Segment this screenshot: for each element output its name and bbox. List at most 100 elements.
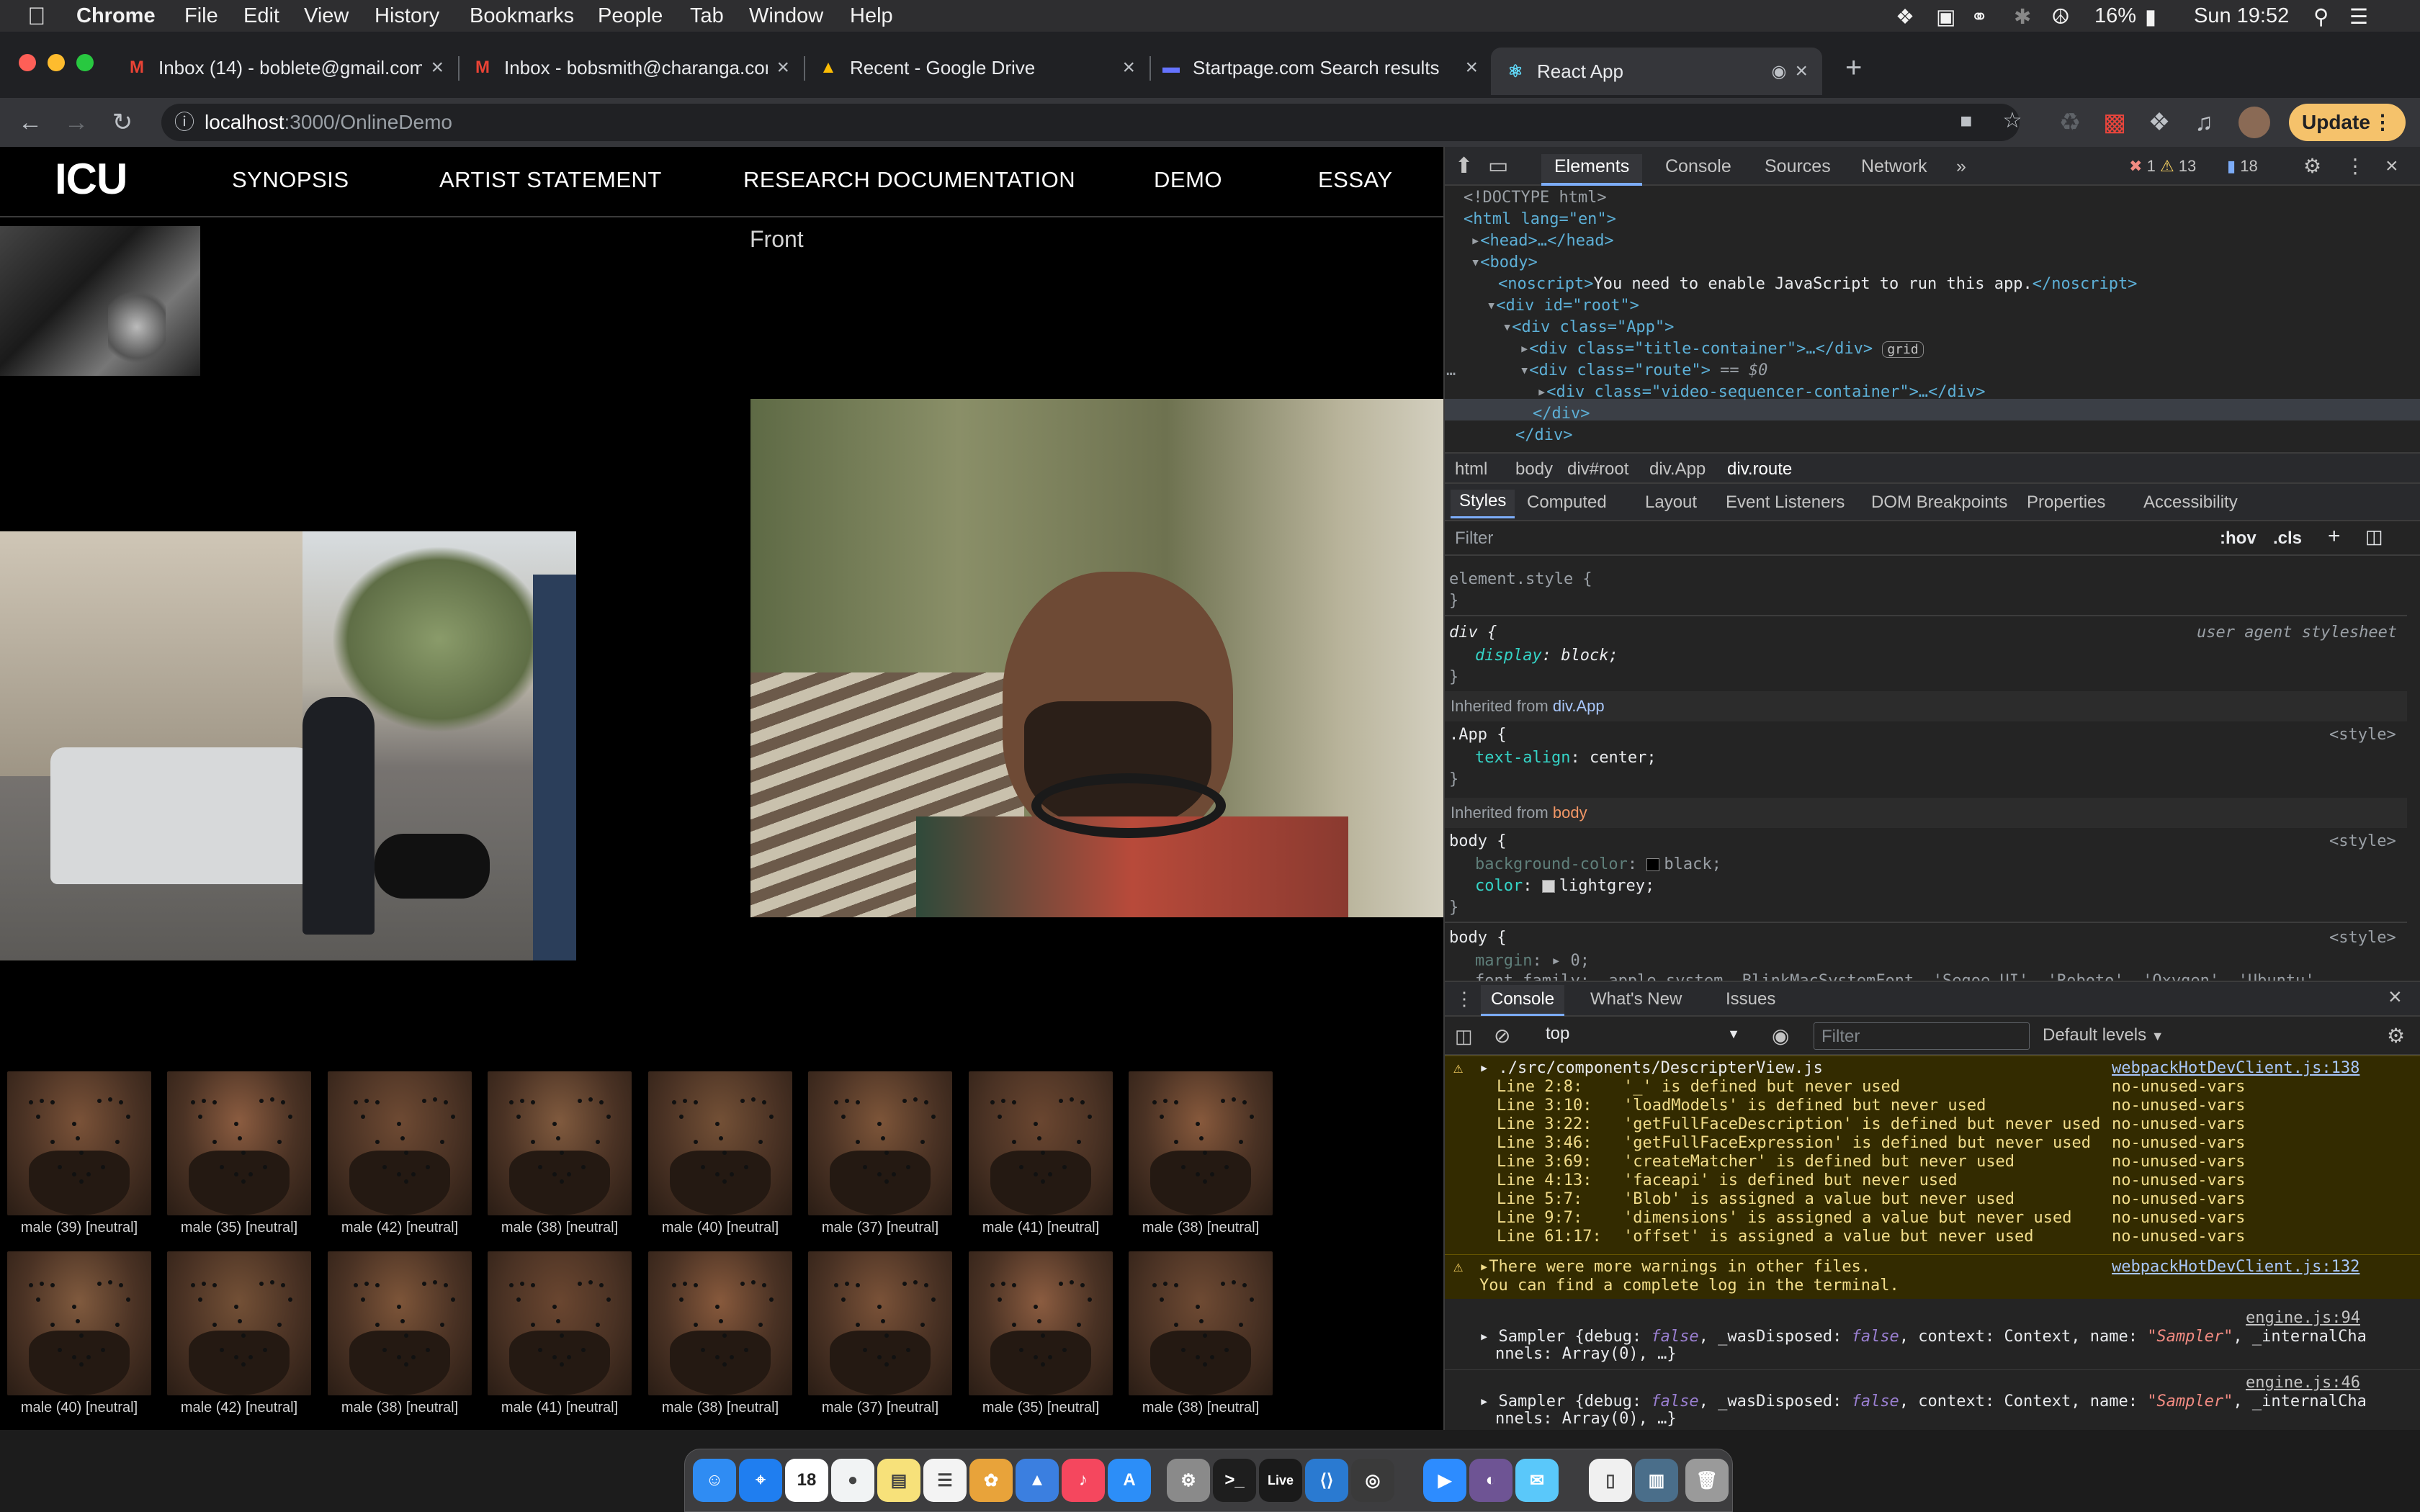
menu-history[interactable]: History	[375, 4, 439, 28]
settings-gear-icon[interactable]: ⚙	[2303, 154, 2321, 186]
text-align-declaration[interactable]: text-align: center;	[1475, 749, 1657, 767]
drawer-menu-icon[interactable]: ⋮	[1455, 988, 1474, 1010]
warning-message-more[interactable]: ⚠ ▸There were more warnings in other fil…	[1445, 1254, 2420, 1299]
back-arrow-icon[interactable]: ←	[14, 107, 46, 138]
system-preferences-icon[interactable]: ⚙	[1167, 1459, 1210, 1502]
subtab-event-listeners[interactable]: Event Listeners	[1726, 492, 1845, 513]
camera-in-use-icon[interactable]: ■	[1950, 105, 1982, 137]
keynote-icon[interactable]: ▲	[1016, 1459, 1059, 1502]
obs-icon[interactable]: ◎	[1351, 1459, 1394, 1502]
nav-synopsis[interactable]: SYNOPSIS	[232, 167, 349, 193]
nav-research-documentation[interactable]: RESEARCH DOCUMENTATION	[743, 167, 1075, 193]
tab-close-icon[interactable]: ×	[1465, 55, 1478, 80]
menu-app-name[interactable]: Chrome	[76, 4, 156, 28]
dom-div-root[interactable]: ▾<div id="root">	[1487, 295, 1639, 317]
message-count-badge[interactable]: ▮ 18	[2227, 154, 2258, 186]
breadcrumb-div-root[interactable]: div#root	[1567, 459, 1628, 480]
chrome-icon[interactable]: ●	[831, 1459, 874, 1502]
devtools-tab-console[interactable]: Console	[1665, 154, 1731, 186]
subtab-accessibility[interactable]: Accessibility	[2143, 492, 2238, 513]
drawer-close-icon[interactable]: ×	[2388, 984, 2402, 1010]
trash-icon[interactable]: 🗑	[1685, 1459, 1729, 1502]
console-settings-gear-icon[interactable]: ⚙	[2387, 1024, 2405, 1048]
window-minimize-button[interactable]	[48, 54, 65, 71]
messages-icon[interactable]: ✉	[1515, 1459, 1559, 1502]
background-color-declaration[interactable]: background-color: black;	[1475, 855, 1721, 873]
clear-console-icon[interactable]: ⊘	[1494, 1024, 1510, 1048]
collapse-arrow-icon[interactable]: ▾	[1502, 318, 1512, 336]
drawer-tab-issues[interactable]: Issues	[1726, 989, 1775, 1009]
forward-arrow-icon[interactable]: →	[60, 107, 92, 138]
downloads-icon[interactable]: ▥	[1635, 1459, 1678, 1502]
subtab-computed[interactable]: Computed	[1527, 492, 1607, 513]
dom-title-container[interactable]: ▸<div class="title-container">…</div> gr…	[1520, 338, 1924, 360]
expand-arrow-icon[interactable]: ▸	[1471, 232, 1480, 250]
dom-head[interactable]: ▸<head>…</head>	[1471, 230, 1614, 252]
margin-declaration[interactable]: margin: ▸ 0;	[1475, 952, 1590, 970]
terminal-icon[interactable]: >_	[1213, 1459, 1256, 1502]
menu-people[interactable]: People	[598, 4, 663, 28]
tab-react-app[interactable]: ⚛ React App ◉ ×	[1491, 48, 1822, 95]
notes-icon[interactable]: ▤	[877, 1459, 920, 1502]
extension-recycle-icon[interactable]: ♻	[2054, 107, 2086, 138]
window-close-button[interactable]	[19, 54, 36, 71]
subtab-dom-breakpoints[interactable]: DOM Breakpoints	[1871, 492, 2007, 513]
more-tabs-chevron-icon[interactable]: »	[1956, 154, 1966, 186]
element-style-selector[interactable]: element.style {	[1449, 570, 1592, 588]
nav-essay[interactable]: ESSAY	[1318, 167, 1393, 193]
app-store-icon[interactable]: A	[1108, 1459, 1151, 1502]
calendar-icon[interactable]: 18	[785, 1459, 828, 1502]
tab-google-drive[interactable]: ▲ Recent - Google Drive ×	[818, 46, 1135, 89]
dom-doctype[interactable]: <!DOCTYPE html>	[1464, 187, 1607, 209]
live-expression-eye-icon[interactable]: ◉	[1772, 1024, 1789, 1048]
breadcrumb-body[interactable]: body	[1515, 459, 1553, 480]
display-declaration[interactable]: display: block;	[1475, 647, 1618, 665]
log-levels-dropdown[interactable]: Default levels ▼	[2043, 1025, 2164, 1045]
menu-view[interactable]: View	[304, 4, 349, 28]
style-source-link[interactable]: <style>	[2329, 832, 2396, 850]
breadcrumb-div-app[interactable]: div.App	[1649, 459, 1706, 480]
drawer-tab-console[interactable]: Console	[1481, 985, 1565, 1016]
document-icon[interactable]: ▯	[1589, 1459, 1632, 1502]
warning-message-unused-vars[interactable]: ⚠ ▸ ./src/components/DescripterView.js w…	[1445, 1056, 2420, 1254]
styles-filter-input[interactable]: Filter	[1455, 528, 1493, 549]
div-selector[interactable]: div {	[1449, 624, 1497, 642]
drawer-tab-whats-new[interactable]: What's New	[1590, 989, 1682, 1009]
warning-more-source-link[interactable]: webpackHotDevClient.js:132	[2112, 1258, 2360, 1277]
body-selector-2[interactable]: body {	[1449, 929, 1506, 947]
reload-icon[interactable]: ↻	[107, 107, 138, 138]
dom-div-app[interactable]: ▾<div class="App">	[1502, 317, 1674, 338]
dom-body[interactable]: ▾<body>	[1471, 252, 1538, 274]
tab-close-icon[interactable]: ×	[1122, 55, 1135, 80]
nav-artist-statement[interactable]: ARTIST STATEMENT	[439, 167, 662, 193]
tab-close-icon[interactable]: ×	[776, 55, 789, 80]
devtools-close-icon[interactable]: ×	[2385, 154, 2398, 186]
extension-lastpass-icon[interactable]: ▩	[2099, 107, 2130, 138]
subtab-layout[interactable]: Layout	[1645, 492, 1697, 513]
log-source-link[interactable]: engine.js:46	[2246, 1374, 2360, 1392]
new-style-rule-icon[interactable]: +	[2328, 524, 2341, 549]
address-bar[interactable]: ⓘ localhost:3000/OnlineDemo	[161, 104, 2020, 141]
error-count-badge[interactable]: ✖ 1 ⚠ 13	[2129, 154, 2196, 186]
menu-window[interactable]: Window	[749, 4, 823, 28]
toggle-sidebar-icon[interactable]: ◫	[2365, 526, 2383, 548]
dom-close-route[interactable]: </div>	[1533, 403, 1590, 425]
collapse-arrow-icon[interactable]: ▾	[1471, 253, 1480, 271]
tab-close-icon[interactable]: ×	[431, 55, 444, 80]
clock[interactable]: Sun 19:52	[2194, 4, 2289, 28]
font-family-declaration[interactable]: font-family: -apple-system, BlinkMacSyst…	[1475, 972, 2324, 981]
menu-help[interactable]: Help	[850, 4, 893, 28]
dom-video-sequencer[interactable]: ▸<div class="video-sequencer-container">…	[1537, 382, 1986, 403]
dom-route-selected[interactable]: ▾<div class="route"> == $0	[1520, 360, 1767, 382]
console-filter-input[interactable]: Filter	[1814, 1022, 2030, 1050]
style-source-link[interactable]: <style>	[2329, 726, 2396, 744]
screen-record-icon[interactable]: ▣	[1936, 4, 1955, 30]
apple-menu-icon[interactable]: 	[27, 3, 46, 31]
style-source-link[interactable]: <style>	[2329, 929, 2396, 947]
inherited-app-link[interactable]: div.App	[1553, 697, 1605, 715]
window-zoom-button[interactable]	[76, 54, 94, 71]
inherited-body-link[interactable]: body	[1553, 804, 1587, 822]
spotlight-search-icon[interactable]: ⚲	[2313, 4, 2329, 30]
dom-close-app[interactable]: </div>	[1515, 425, 1572, 446]
breadcrumb-html[interactable]: html	[1455, 459, 1487, 480]
